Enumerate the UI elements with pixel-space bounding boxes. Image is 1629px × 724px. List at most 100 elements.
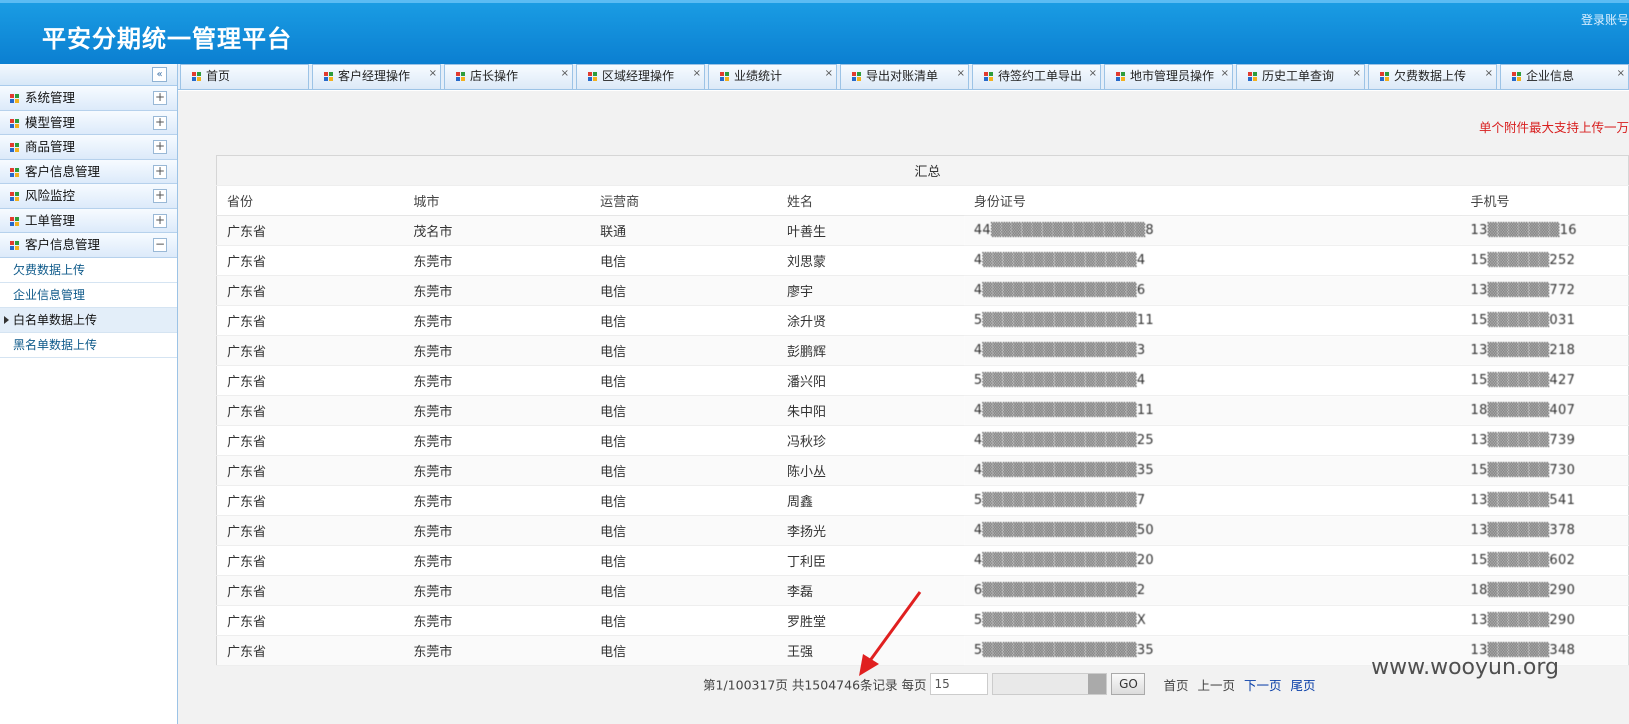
sidebar-group[interactable]: 系统管理 + — [0, 86, 177, 111]
column-header[interactable]: 省份 — [216, 185, 404, 216]
close-tab-icon[interactable]: × — [957, 64, 965, 85]
sidebar-group[interactable]: 客户信息管理 + — [0, 159, 177, 184]
table-cell: 东莞市 — [403, 425, 591, 456]
table-cell: 广东省 — [216, 575, 404, 606]
tab[interactable]: 店长操作 × — [444, 64, 573, 89]
close-tab-icon[interactable]: × — [825, 64, 833, 85]
table-cell: 陈小丛 — [776, 455, 964, 486]
table-cell: 13▒▒▒▒▒▒772 — [1460, 275, 1629, 306]
table-cell: 东莞市 — [403, 395, 591, 426]
sidebar-group[interactable]: 工单管理 + — [0, 208, 177, 233]
tab-grid-icon — [1116, 72, 1126, 82]
column-header[interactable]: 城市 — [403, 185, 591, 216]
table-cell: 冯秋珍 — [776, 425, 964, 456]
sidebar-group-label: 风险监控 — [25, 188, 76, 203]
expand-toggle-icon[interactable]: + — [153, 189, 167, 203]
table-row[interactable]: 广东省 东莞市 电信 刘思蒙 4▒▒▒▒▒▒▒▒▒▒▒▒▒▒▒4 15▒▒▒▒▒▒252 — [216, 245, 1629, 276]
table-cell: 4▒▒▒▒▒▒▒▒▒▒▒▒▒▒▒35 — [963, 455, 1461, 486]
expand-toggle-icon[interactable]: + — [153, 164, 167, 179]
tab[interactable]: 导出对账清单 × — [840, 64, 969, 89]
menu-grid-icon — [10, 241, 20, 251]
column-header[interactable]: 手机号 — [1460, 185, 1629, 216]
table-cell: 18▒▒▒▒▒▒407 — [1460, 395, 1629, 426]
expand-toggle-icon[interactable]: + — [153, 115, 167, 130]
tab[interactable]: 地市管理员操作 × — [1104, 64, 1233, 89]
column-header[interactable]: 姓名 — [776, 185, 964, 216]
table-row[interactable]: 广东省 东莞市 电信 朱中阳 4▒▒▒▒▒▒▒▒▒▒▒▒▒▒▒11 18▒▒▒▒▒▒407 — [216, 395, 1629, 426]
table-row[interactable]: 广东省 东莞市 电信 潘兴阳 5▒▒▒▒▒▒▒▒▒▒▒▒▒▒▒4 15▒▒▒▒▒▒427 — [216, 365, 1629, 396]
table-cell: 4▒▒▒▒▒▒▒▒▒▒▒▒▒▒▒11 — [963, 395, 1461, 426]
tab[interactable]: 待签约工单导出 × — [972, 64, 1101, 89]
table-cell: 15▒▒▒▒▒▒427 — [1460, 365, 1629, 396]
sidebar-sub-item-label: 欠费数据上传 — [13, 262, 86, 277]
column-header[interactable]: 运营商 — [590, 185, 777, 216]
column-header[interactable]: 身份证号 — [963, 185, 1461, 216]
close-tab-icon[interactable]: × — [561, 64, 569, 85]
table-cell: 5▒▒▒▒▒▒▒▒▒▒▒▒▒▒▒7 — [963, 485, 1461, 516]
sidebar-sub-item[interactable]: 白名单数据上传 — [0, 307, 177, 333]
login-account-link[interactable]: 登录账号 — [1581, 11, 1629, 28]
sidebar-sub-item[interactable]: 欠费数据上传 — [0, 258, 177, 283]
page-jump-input[interactable] — [992, 673, 1108, 695]
table-row[interactable]: 广东省 东莞市 电信 冯秋珍 4▒▒▒▒▒▒▒▒▒▒▒▒▒▒▒25 13▒▒▒▒▒▒739 — [216, 425, 1629, 456]
tab-label: 历史工单查询 — [1262, 69, 1335, 83]
table-cell: 4▒▒▒▒▒▒▒▒▒▒▒▒▒▒▒20 — [963, 545, 1461, 576]
expand-toggle-icon[interactable]: − — [153, 238, 167, 252]
expand-toggle-icon[interactable]: + — [153, 140, 167, 154]
close-tab-icon[interactable]: × — [1089, 64, 1097, 85]
sidebar-sub-item[interactable]: 企业信息管理 — [0, 283, 177, 308]
table-row[interactable]: 广东省 东莞市 电信 周鑫 5▒▒▒▒▒▒▒▒▒▒▒▒▒▒▒7 13▒▒▒▒▒▒541 — [216, 485, 1629, 516]
table-cell: 电信 — [590, 515, 777, 546]
go-button[interactable]: GO — [1111, 673, 1146, 695]
table-row[interactable]: 广东省 东莞市 电信 彭鹏辉 4▒▒▒▒▒▒▒▒▒▒▒▒▒▒▒3 13▒▒▒▒▒▒218 — [216, 335, 1629, 366]
close-tab-icon[interactable]: × — [1353, 64, 1361, 85]
tab[interactable]: 首页 — [180, 64, 309, 89]
last-page-link[interactable]: 尾页 — [1290, 678, 1315, 693]
table-cell: 6▒▒▒▒▒▒▒▒▒▒▒▒▒▒▒2 — [963, 575, 1461, 606]
menu-grid-icon — [10, 118, 20, 129]
tab[interactable]: 业绩统计 × — [708, 64, 837, 89]
tab-grid-icon — [192, 72, 202, 82]
tab[interactable]: 企业信息 × — [1500, 64, 1629, 89]
sidebar-group[interactable]: 商品管理 + — [0, 135, 177, 160]
sidebar-group[interactable]: 风险监控 + — [0, 184, 177, 209]
sidebar-group[interactable]: 模型管理 + — [0, 110, 177, 135]
table-row[interactable]: 广东省 东莞市 电信 廖宇 4▒▒▒▒▒▒▒▒▒▒▒▒▒▒▒6 13▒▒▒▒▒▒772 — [216, 275, 1629, 306]
close-tab-icon[interactable]: × — [693, 64, 701, 85]
table-row[interactable]: 广东省 东莞市 电信 陈小丛 4▒▒▒▒▒▒▒▒▒▒▒▒▒▒▒35 15▒▒▒▒▒▒730 — [216, 455, 1629, 486]
tab[interactable]: 区域经理操作 × — [576, 64, 705, 89]
sidebar-sub-item[interactable]: 黑名单数据上传 — [0, 333, 177, 358]
close-tab-icon[interactable]: × — [1485, 64, 1493, 85]
collapse-sidebar-icon[interactable]: « — [152, 67, 167, 82]
close-tab-icon[interactable]: × — [1617, 64, 1625, 85]
table-cell: 电信 — [590, 485, 777, 516]
first-page-link[interactable]: 首页 — [1163, 678, 1188, 693]
sidebar-group[interactable]: 客户信息管理 − — [0, 233, 177, 258]
table-row[interactable]: 广东省 东莞市 电信 涂升贤 5▒▒▒▒▒▒▒▒▒▒▒▒▒▒▒11 15▒▒▒▒▒▒031 — [216, 305, 1629, 336]
table-cell: 东莞市 — [403, 245, 591, 276]
table-cell: 电信 — [590, 305, 777, 336]
table-cell: 电信 — [590, 575, 777, 606]
table-cell: 东莞市 — [403, 455, 591, 486]
tab[interactable]: 客户经理操作 × — [312, 64, 441, 89]
next-page-link[interactable]: 下一页 — [1244, 678, 1282, 693]
sidebar-group-label: 客户信息管理 — [25, 237, 101, 252]
tab[interactable]: 历史工单查询 × — [1236, 64, 1365, 89]
table-cell: 广东省 — [216, 635, 404, 666]
app-header: 平安分期统一管理平台 登录账号 — [0, 0, 1629, 64]
prev-page-link[interactable]: 上一页 — [1197, 678, 1235, 693]
table-cell: 电信 — [590, 545, 777, 576]
tab[interactable]: 欠费数据上传 × — [1368, 64, 1497, 89]
table-row[interactable]: 广东省 东莞市 电信 丁利臣 4▒▒▒▒▒▒▒▒▒▒▒▒▒▒▒20 15▒▒▒▒▒▒602 — [216, 545, 1629, 576]
close-tab-icon[interactable]: × — [429, 64, 437, 85]
close-tab-icon[interactable]: × — [1221, 64, 1229, 85]
table-row[interactable]: 广东省 茂名市 联通 叶善生 44▒▒▒▒▒▒▒▒▒▒▒▒▒▒▒8 13▒▒▒▒▒▒▒16 — [216, 215, 1629, 246]
table-cell: 4▒▒▒▒▒▒▒▒▒▒▒▒▒▒▒50 — [963, 515, 1461, 546]
table-cell: 广东省 — [216, 455, 404, 486]
expand-toggle-icon[interactable]: + — [153, 213, 167, 228]
table-row[interactable]: 广东省 东莞市 电信 李扬光 4▒▒▒▒▒▒▒▒▒▒▒▒▒▒▒50 13▒▒▒▒▒▒378 — [216, 515, 1629, 546]
app-title: 平安分期统一管理平台 — [42, 25, 292, 53]
menu-grid-icon — [10, 167, 20, 178]
page-size-input[interactable]: 15 — [930, 673, 989, 695]
expand-toggle-icon[interactable]: + — [153, 91, 167, 105]
